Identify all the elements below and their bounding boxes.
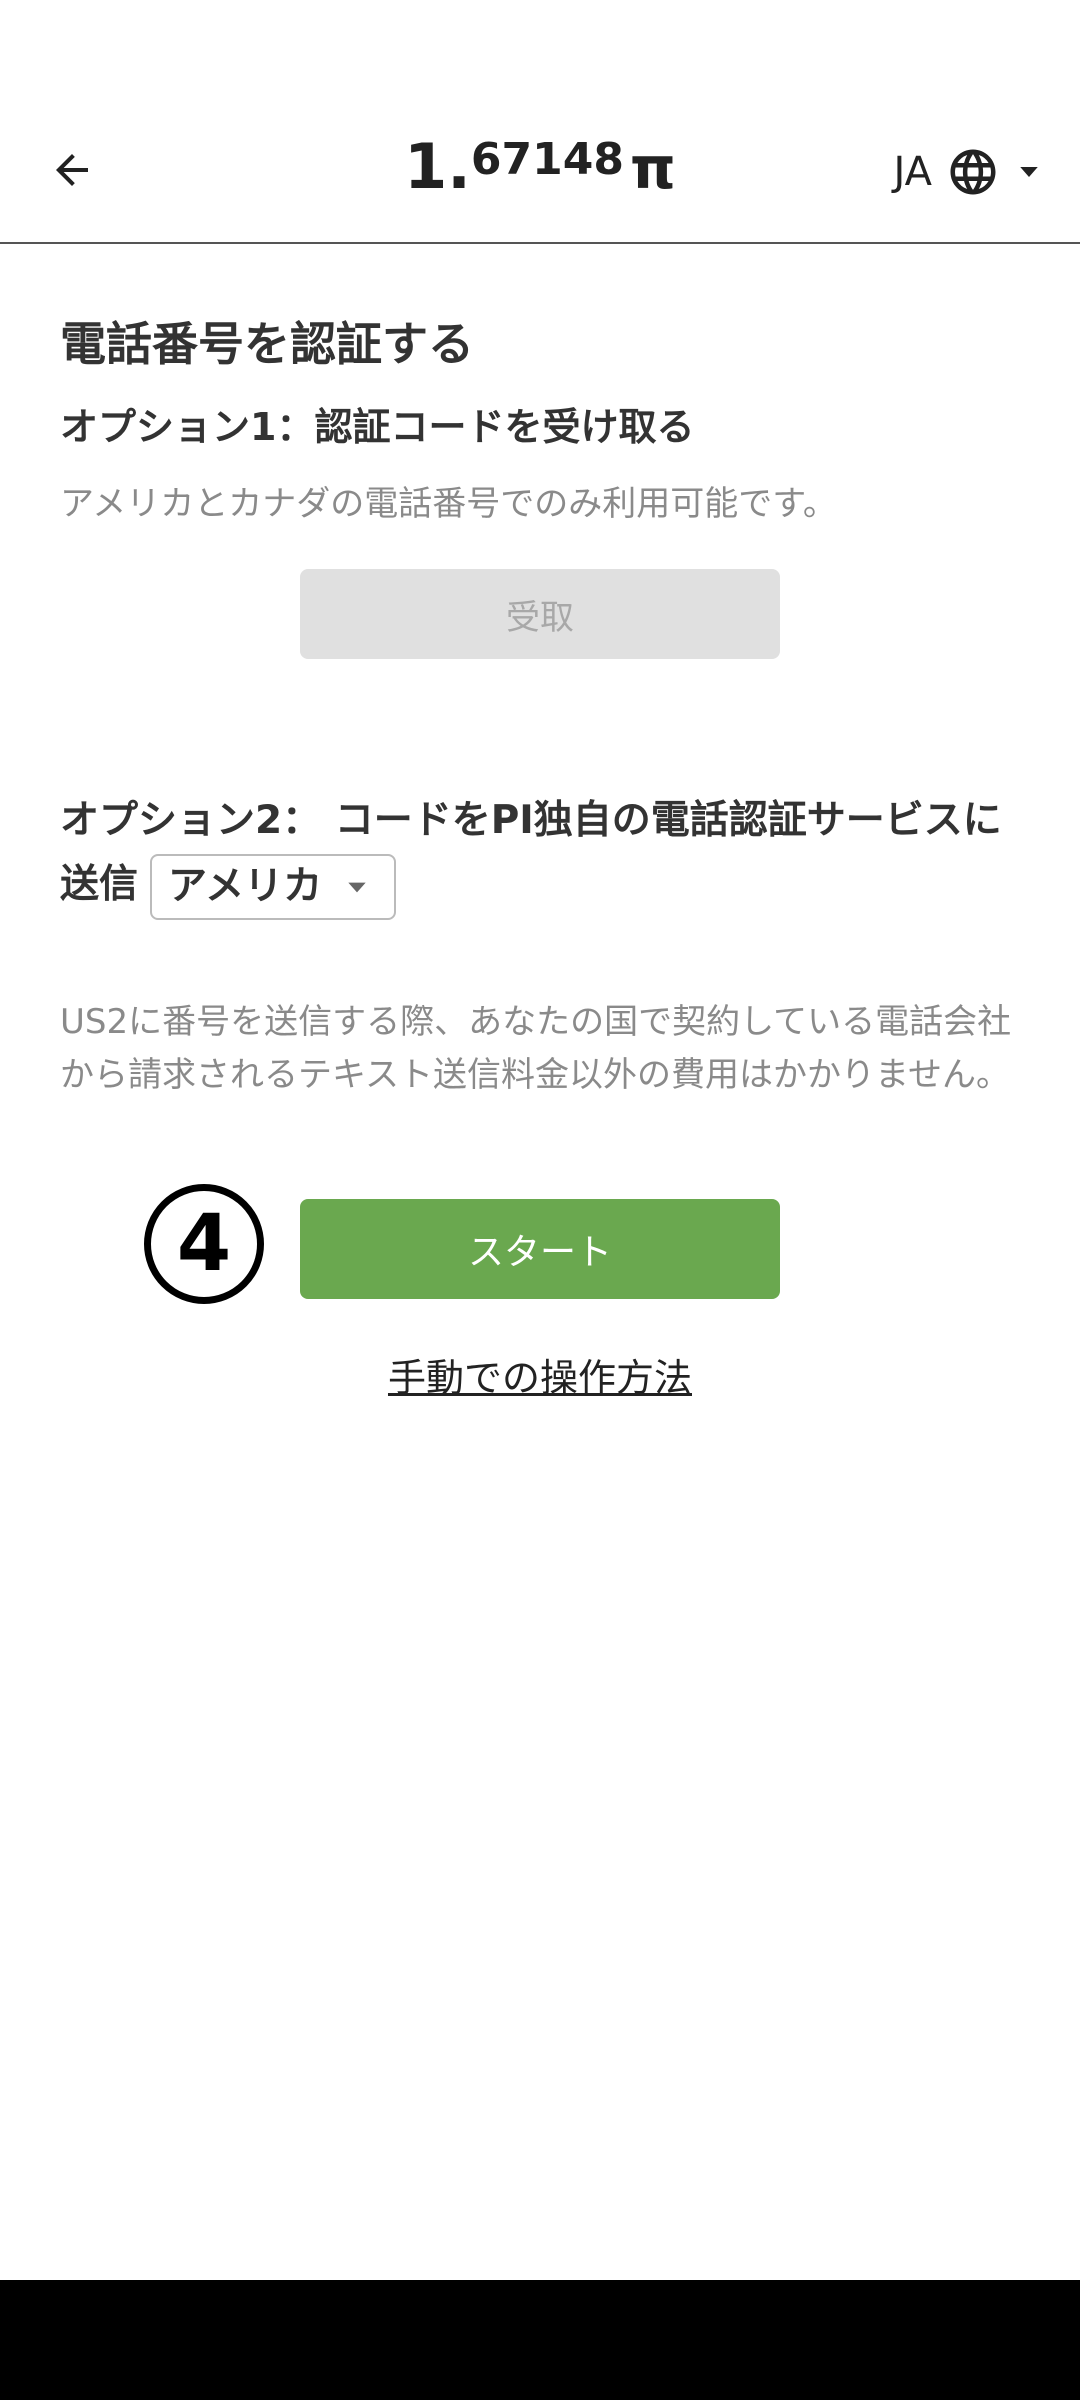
globe-icon <box>950 149 996 195</box>
receive-button[interactable]: 受取 <box>300 569 780 659</box>
language-code: JA <box>893 149 932 195</box>
option2-description: US2に番号を送信する際、あなたの国で契約している電話会社から請求されるテキスト… <box>60 1002 1012 1095</box>
step-number: 4 <box>176 1199 232 1289</box>
option1-description: アメリカとカナダの電話番号でのみ利用可能です。 <box>60 484 837 524</box>
phone-verification-screen: 1.67148 π JA 電話番号を認証する オプション1：認証コードを受け取る … <box>0 0 1080 2400</box>
balance-integer: 1. <box>404 130 471 203</box>
page-title: 電話番号を認証する <box>60 317 474 371</box>
system-navigation-bar <box>0 2280 1080 2400</box>
country-select[interactable]: アメリカ <box>150 853 397 920</box>
country-selected-value: アメリカ <box>168 863 323 909</box>
top-bar: 1.67148 π JA <box>0 0 1080 244</box>
pi-symbol: π <box>629 134 676 202</box>
caret-down-icon <box>1020 167 1038 177</box>
option2-heading: オプション2： コードをPI独自の電話認証サービスに送信 アメリカ <box>60 789 1020 920</box>
step-number-marker: 4 <box>144 1184 264 1304</box>
balance-fraction: 67148 <box>470 134 624 185</box>
option1-heading: オプション1：認証コードを受け取る <box>60 405 695 449</box>
caret-down-icon <box>348 882 366 892</box>
manual-instructions-link[interactable]: 手動での操作方法 <box>60 1347 1020 1402</box>
language-selector[interactable]: JA <box>894 142 1044 202</box>
start-button[interactable]: スタート <box>300 1199 780 1299</box>
